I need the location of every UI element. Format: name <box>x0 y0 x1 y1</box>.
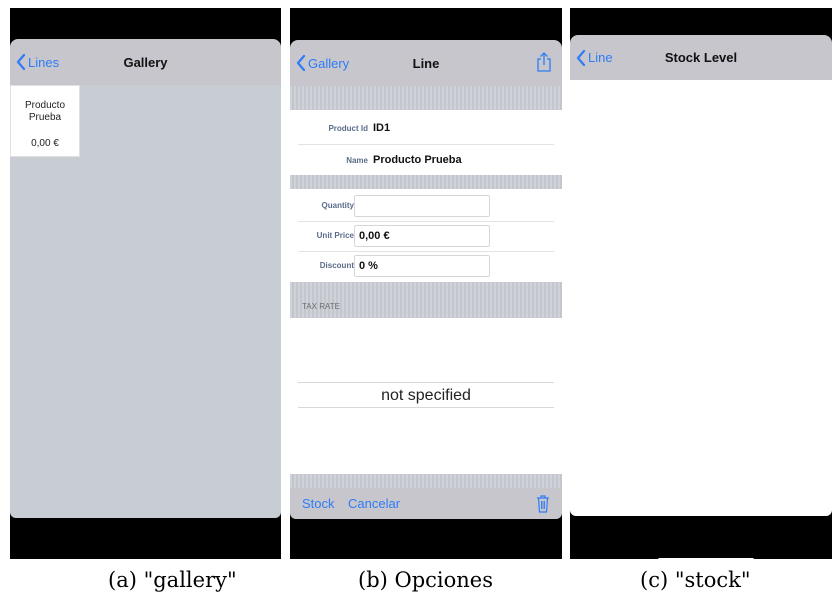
caption-a: (a) "gallery" <box>108 568 237 592</box>
quantity-row: Quantity <box>298 191 554 222</box>
quantity-input[interactable] <box>354 195 490 217</box>
product-price: 0,00 € <box>31 138 59 149</box>
product-name: Producto Prueba <box>24 100 66 123</box>
line-form: Product Id ID1 Name Producto Prueba Quan… <box>290 86 562 488</box>
back-label: Line <box>588 50 613 65</box>
stock-button[interactable]: Stock <box>302 488 335 519</box>
share-button[interactable] <box>536 52 552 77</box>
stock-screen: Line Stock Level <box>570 8 832 559</box>
product-tile[interactable]: Producto Prueba 0,00 € <box>10 85 80 157</box>
chevron-left-icon <box>296 55 306 71</box>
back-button[interactable]: Line <box>576 35 613 80</box>
section-separator <box>290 474 562 488</box>
home-indicator <box>658 558 754 559</box>
caption-c: (c) "stock" <box>640 568 751 592</box>
gallery-screen: Lines Gallery Producto Prueba 0,00 € <box>10 8 281 559</box>
tax-rate-section: TAX RATE <box>290 282 562 318</box>
stock-content <box>570 80 832 516</box>
unit-price-input[interactable]: 0,00 € <box>354 225 490 247</box>
product-id-row: Product Id ID1 <box>298 112 554 145</box>
quantity-label: Quantity <box>321 201 354 210</box>
chevron-left-icon <box>16 54 26 70</box>
trash-icon <box>537 495 549 513</box>
tax-rate-picker[interactable]: not specified <box>290 318 562 474</box>
tax-rate-header: TAX RATE <box>302 302 340 311</box>
section-separator <box>290 86 562 110</box>
navigation-bar: Line Stock Level <box>570 35 832 80</box>
section-separator <box>290 175 562 189</box>
discount-label: Discount <box>319 261 354 270</box>
discount-row: Discount 0 % <box>298 251 554 281</box>
discount-input[interactable]: 0 % <box>354 255 490 277</box>
product-name-row: Name Producto Prueba <box>298 144 554 176</box>
chevron-left-icon <box>576 49 586 66</box>
navigation-bar: Gallery Line <box>290 40 562 86</box>
cancel-button[interactable]: Cancelar <box>348 488 400 519</box>
gallery-grid: Producto Prueba 0,00 € <box>10 85 281 518</box>
bottom-toolbar: Stock Cancelar <box>290 488 562 519</box>
back-label: Lines <box>28 54 60 70</box>
caption-b: (b) Opciones <box>358 568 494 592</box>
navigation-bar: Lines Gallery <box>10 39 281 85</box>
back-button[interactable]: Lines <box>16 39 59 85</box>
picker-divider <box>298 407 554 408</box>
picker-divider <box>298 382 554 383</box>
tax-rate-selected: not specified <box>381 387 471 404</box>
back-button[interactable]: Gallery <box>296 40 349 86</box>
product-id-value: ID1 <box>373 122 391 134</box>
delete-button[interactable] <box>536 494 550 518</box>
unit-price-label: Unit Price <box>316 231 354 240</box>
product-name-value: Producto Prueba <box>373 154 462 166</box>
share-icon <box>537 52 551 72</box>
unit-price-row: Unit Price 0,00 € <box>298 221 554 252</box>
product-id-label: Product Id <box>328 124 368 133</box>
line-screen: Gallery Line Product Id ID1 Name Product… <box>290 8 562 559</box>
product-name-label: Name <box>346 156 368 165</box>
back-label: Gallery <box>308 55 350 71</box>
